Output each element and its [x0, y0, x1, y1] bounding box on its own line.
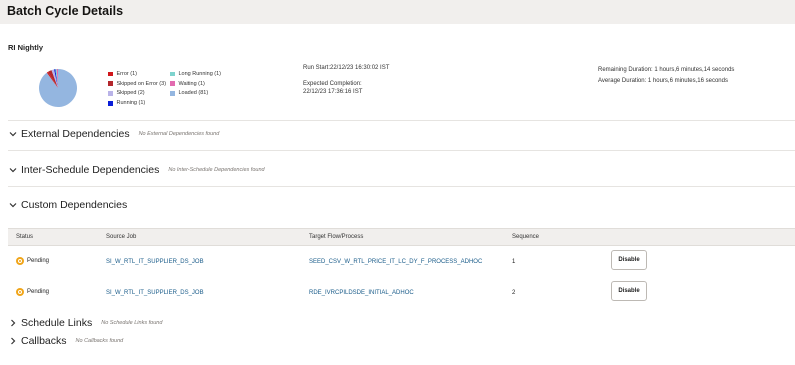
legend-item-running: Running (1) — [108, 98, 166, 108]
legend-item-error: Error (1) — [108, 69, 166, 79]
section-inter-schedule-dependencies[interactable]: Inter-Schedule Dependencies No Inter-Sch… — [8, 164, 265, 176]
expected-completion-value: 22/12/23 17:36:16 IST — [303, 89, 363, 95]
empty-note: No Schedule Links found — [101, 320, 163, 326]
legend-swatch — [108, 81, 113, 86]
status-text: Pending — [27, 289, 50, 295]
chevron-down-icon — [9, 132, 17, 137]
section-label: Callbacks — [21, 335, 67, 347]
legend-swatch — [108, 91, 113, 96]
section-label: External Dependencies — [21, 128, 130, 140]
legend-label: Running (1) — [116, 100, 146, 107]
dependencies-table-header: Status Source Job Target Flow/Process Se… — [8, 228, 795, 246]
legend-item-loaded: Loaded (81) — [170, 89, 221, 99]
section-label: Custom Dependencies — [21, 199, 128, 211]
column-header-source-job: Source Job — [106, 234, 137, 240]
legend-label: Waiting (1) — [178, 80, 205, 87]
legend-item-waiting: Waiting (1) — [170, 79, 221, 89]
column-header-sequence: Sequence — [512, 234, 540, 240]
empty-note: No Callbacks found — [75, 338, 124, 344]
section-custom-dependencies[interactable]: Custom Dependencies — [8, 199, 127, 211]
legend-label: Long Running (1) — [178, 70, 222, 77]
divider — [8, 120, 795, 121]
status-pie-chart — [39, 69, 77, 107]
average-duration: Average Duration: 1 hours,6 minutes,16 s… — [598, 78, 728, 84]
disable-button[interactable]: Disable — [611, 250, 647, 270]
remaining-duration: Remaining Duration: 1 hours,6 minutes,14… — [598, 67, 735, 73]
legend-swatch — [170, 71, 175, 77]
sequence-value: 1 — [512, 259, 516, 265]
section-callbacks[interactable]: Callbacks No Callbacks found — [8, 335, 123, 347]
section-schedule-links[interactable]: Schedule Links No Schedule Links found — [8, 317, 162, 329]
sequence-value: 2 — [512, 290, 516, 296]
page-header: Batch Cycle Details — [0, 0, 795, 24]
pending-icon — [16, 257, 24, 265]
divider — [8, 150, 795, 151]
legend-swatch — [170, 81, 175, 86]
status-cell: Pending — [16, 257, 49, 265]
chevron-right-icon — [11, 319, 16, 327]
section-label: Inter-Schedule Dependencies — [21, 164, 160, 176]
pending-icon — [16, 288, 24, 296]
legend-label: Loaded (81) — [178, 90, 209, 97]
chevron-right-icon — [11, 337, 16, 345]
disable-button[interactable]: Disable — [611, 281, 647, 301]
table-row: Pending SI_W_RTL_IT_SUPPLIER_DS_JOB RDE_… — [8, 278, 795, 309]
legend-item-skipped: Skipped (2) — [108, 89, 166, 99]
section-label: Schedule Links — [21, 317, 93, 329]
status-text: Pending — [27, 258, 50, 264]
column-header-target: Target Flow/Process — [309, 234, 364, 240]
legend-label: Skipped (2) — [116, 90, 145, 97]
source-job-link[interactable]: SI_W_RTL_IT_SUPPLIER_DS_JOB — [106, 290, 204, 296]
chevron-down-icon — [9, 203, 17, 208]
legend-label: Error (1) — [116, 70, 137, 77]
status-cell: Pending — [16, 288, 49, 296]
legend-swatch — [170, 91, 175, 96]
legend-label: Skipped on Error (3) — [116, 80, 167, 87]
run-start: Run Start:22/12/23 16:30:02 IST — [303, 65, 390, 71]
legend-item-long-running: Long Running (1) — [170, 69, 221, 79]
empty-note: No Inter-Schedule Dependencies found — [168, 167, 265, 173]
divider — [8, 186, 795, 187]
target-flow-link[interactable]: SEED_CSV_W_RTL_PRICE_IT_LC_DY_F_PROCESS_… — [309, 259, 482, 265]
table-row: Pending SI_W_RTL_IT_SUPPLIER_DS_JOB SEED… — [8, 247, 795, 278]
target-flow-link[interactable]: RDE_IVRCPILDSDE_INITIAL_ADHOC — [309, 290, 414, 296]
chart-legend-right: Long Running (1) Waiting (1) Loaded (81) — [170, 69, 221, 98]
legend-item-skipped-on-error: Skipped on Error (3) — [108, 79, 166, 89]
empty-note: No External Dependencies found — [138, 131, 220, 137]
schedule-name: RI Nightly — [8, 43, 43, 52]
chevron-down-icon — [9, 168, 17, 173]
column-header-status: Status — [16, 234, 34, 240]
legend-swatch — [108, 101, 113, 106]
page-title: Batch Cycle Details — [7, 4, 124, 18]
chart-legend-left: Error (1) Skipped on Error (3) Skipped (… — [108, 69, 166, 108]
source-job-link[interactable]: SI_W_RTL_IT_SUPPLIER_DS_JOB — [106, 259, 204, 265]
section-external-dependencies[interactable]: External Dependencies No External Depend… — [8, 128, 219, 140]
legend-swatch — [108, 71, 113, 77]
